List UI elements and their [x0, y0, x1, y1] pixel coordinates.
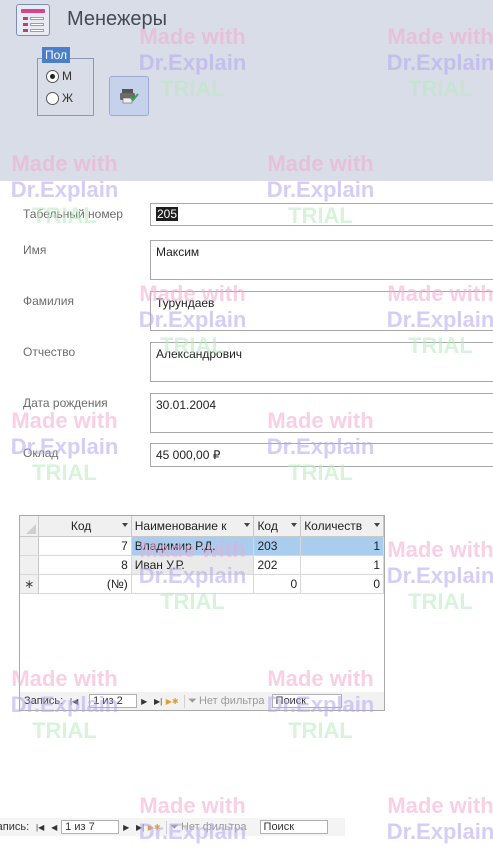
run-query-icon — [120, 89, 139, 104]
new-record-icon[interactable]: ▶✱ — [147, 820, 161, 834]
gender-option-label: Ж — [62, 91, 74, 105]
radio-unselected-icon[interactable] — [46, 91, 59, 105]
cell-name[interactable]: Владимир Р.Д. — [131, 536, 255, 556]
subform-record-navigator: Запись: |◀ 1 из 2 ▶ ▶| ▶✱ ⏷ Нет фильтра П… — [20, 692, 384, 710]
salary-field[interactable]: 45 000,00 ₽ — [150, 443, 493, 467]
column-dropdown-icon[interactable] — [121, 523, 128, 527]
tab-number-field[interactable]: 205 — [150, 203, 493, 226]
patronymic-field[interactable]: Александрович — [150, 342, 493, 382]
gender-option-female[interactable]: Ж — [46, 91, 73, 105]
column-dropdown-icon[interactable] — [374, 523, 380, 527]
watermark: Made with Dr.Explain — [386, 793, 493, 844]
form-icon — [16, 4, 50, 36]
record-position-input[interactable]: 1 из 7 — [61, 820, 120, 834]
column-dropdown-icon[interactable] — [291, 523, 298, 527]
cell-code-2[interactable]: 203 — [253, 536, 302, 556]
form-header: Менежеры Пол М Ж — [0, 0, 493, 181]
previous-record-icon[interactable]: ◀ — [47, 820, 61, 834]
column-header-code-2[interactable]: Код — [253, 516, 302, 537]
watermark: Made with Dr.Explain TRIAL — [386, 537, 493, 614]
new-record-marker: ∗ — [20, 574, 40, 594]
field-label-last-name: Фамилия — [23, 294, 74, 308]
cell-name[interactable] — [131, 574, 255, 594]
last-record-icon[interactable]: ▶| — [151, 694, 165, 708]
watermark: Made with Dr.Explain TRIAL — [10, 408, 119, 485]
funnel-icon: ⏷ — [188, 694, 197, 707]
record-label: Запись: — [24, 695, 64, 707]
run-query-button[interactable] — [109, 76, 149, 116]
cell-code[interactable]: 8 — [38, 555, 132, 575]
record-selector[interactable] — [20, 536, 40, 556]
column-header-name[interactable]: Наименование к — [131, 516, 255, 537]
field-value: 205 — [156, 207, 179, 221]
cell-name[interactable]: Иван У.Р. — [131, 555, 255, 575]
record-position-input[interactable]: 1 из 2 — [89, 694, 138, 708]
gender-option-male[interactable]: М — [46, 69, 72, 83]
field-label-patronymic: Отчество — [23, 345, 76, 359]
new-record-icon[interactable]: ▶✱ — [165, 694, 179, 708]
first-record-icon[interactable]: |◀ — [67, 694, 81, 708]
cell-code[interactable]: 7 — [38, 536, 132, 556]
gender-group-label: Пол — [42, 47, 71, 63]
table-row[interactable]: 7 Владимир Р.Д. 203 1 — [20, 536, 384, 556]
first-name-field[interactable]: Максим — [150, 240, 493, 280]
last-name-field[interactable]: Турундаев — [150, 291, 493, 331]
column-header-quantity[interactable]: Количеств — [300, 516, 384, 537]
orders-subform: Код Наименование к Код Количеств 7 Влади… — [19, 515, 385, 711]
form-title: Менежеры — [67, 8, 167, 30]
record-label: Запись: — [0, 821, 30, 833]
cell-quantity[interactable]: 1 — [300, 536, 384, 556]
column-dropdown-icon[interactable] — [244, 523, 251, 527]
column-header-code[interactable]: Код — [38, 516, 132, 537]
gender-option-label: М — [62, 69, 72, 83]
record-selector[interactable] — [20, 555, 40, 575]
radio-selected-icon[interactable] — [46, 69, 59, 83]
cell-code-2[interactable]: 0 — [253, 574, 302, 594]
search-input[interactable]: Поиск — [271, 694, 342, 708]
field-label-birth-date: Дата рождения — [23, 396, 108, 410]
select-all-corner[interactable] — [20, 516, 40, 537]
search-input[interactable]: Поиск — [259, 820, 328, 834]
subform-datasheet: Код Наименование к Код Количеств 7 Влади… — [20, 516, 384, 594]
field-label-first-name: Имя — [23, 243, 47, 257]
funnel-icon: ⏷ — [170, 820, 179, 833]
cell-code-2[interactable]: 202 — [253, 555, 302, 575]
cell-quantity[interactable]: 0 — [300, 574, 384, 594]
new-record-row[interactable]: ∗ (№) 0 0 — [20, 574, 384, 594]
cell-quantity[interactable]: 1 — [300, 555, 384, 575]
birth-date-field[interactable]: 30.01.2004 — [150, 393, 493, 433]
datasheet-header-row: Код Наименование к Код Количеств — [20, 516, 384, 537]
cell-code[interactable]: (№) — [38, 574, 132, 594]
field-label-salary: Оклад — [23, 446, 59, 460]
gender-option-group — [37, 58, 94, 116]
filter-status[interactable]: ⏷ Нет фильтра — [166, 820, 249, 834]
filter-status[interactable]: ⏷ Нет фильтра — [184, 694, 267, 708]
form-record-navigator: Запись: |◀ ◀ 1 из 7 ▶ ▶| ▶✱ ⏷Нет фильтра… — [0, 818, 345, 836]
table-row[interactable]: 8 Иван У.Р. 202 1 — [20, 555, 384, 575]
first-record-icon[interactable]: |◀ — [33, 820, 47, 834]
next-record-icon[interactable]: ▶ — [137, 694, 151, 708]
last-record-icon[interactable]: ▶| — [133, 820, 147, 834]
next-record-icon[interactable]: ▶ — [119, 820, 133, 834]
field-label-tab-number: Табельный номер — [23, 207, 123, 221]
previous-record-icon[interactable] — [81, 694, 89, 708]
